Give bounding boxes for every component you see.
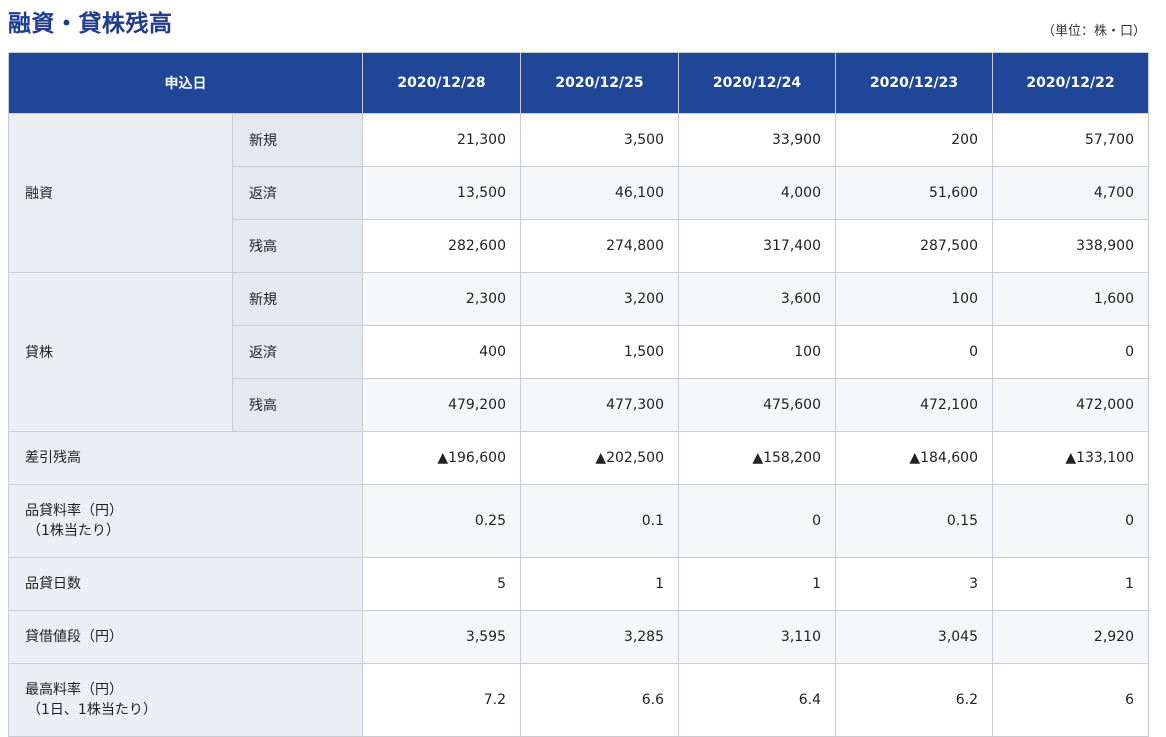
cell-value: ▲184,600 (835, 431, 993, 485)
cell-value: 0 (992, 325, 1149, 379)
cell-value: ▲202,500 (520, 431, 679, 485)
row-label-text: 差引残高 (25, 450, 81, 466)
cell-value: 338,900 (992, 219, 1149, 273)
cell-value: 472,000 (992, 378, 1149, 432)
table-row: 貸借値段（円） 3,595 3,285 3,110 3,045 2,920 (8, 610, 1149, 664)
header-date: 2020/12/24 (678, 52, 836, 114)
table-row: 品貸日数 5 1 1 3 1 (8, 557, 1149, 611)
cell-value: 477,300 (520, 378, 679, 432)
row-label: 返済 (232, 325, 363, 379)
cell-value: 3,110 (678, 610, 836, 664)
row-label: 残高 (232, 378, 363, 432)
cell-value: 0.15 (835, 484, 993, 558)
cell-value: 51,600 (835, 166, 993, 220)
cell-value: ▲196,600 (362, 431, 521, 485)
header-application-date: 申込日 (8, 52, 363, 114)
cell-value: 3,285 (520, 610, 679, 664)
row-label: 品貸料率（円） （1株当たり） (8, 484, 363, 558)
row-label: 返済 (232, 166, 363, 220)
cell-value: 3,045 (835, 610, 993, 664)
cell-value: 0.1 (520, 484, 679, 558)
page-title: 融資・貸株残高 (8, 11, 173, 37)
cell-value: 282,600 (362, 219, 521, 273)
row-label-subtext: （1株当たり） (27, 523, 120, 539)
cell-value: ▲133,100 (992, 431, 1149, 485)
row-label: 新規 (232, 113, 363, 167)
cell-value: 13,500 (362, 166, 521, 220)
cell-value: 5 (362, 557, 521, 611)
cell-value: 1 (520, 557, 679, 611)
balance-table: 申込日 2020/12/28 2020/12/25 2020/12/24 202… (8, 52, 1149, 737)
cell-value: 46,100 (520, 166, 679, 220)
cell-value: 1 (678, 557, 836, 611)
group-label-lending: 貸株 (8, 272, 233, 432)
row-label: 残高 (232, 219, 363, 273)
unit-label: （単位：株・口） (1041, 24, 1146, 39)
cell-value: 2,300 (362, 272, 521, 326)
cell-value: 3,595 (362, 610, 521, 664)
cell-value: 21,300 (362, 113, 521, 167)
row-label: 新規 (232, 272, 363, 326)
cell-value: 274,800 (520, 219, 679, 273)
cell-value: 2,920 (992, 610, 1149, 664)
cell-value: 4,000 (678, 166, 836, 220)
cell-value: 0 (835, 325, 993, 379)
row-label: 差引残高 (8, 431, 363, 485)
cell-value: 0 (678, 484, 836, 558)
cell-value: 4,700 (992, 166, 1149, 220)
table-row: 貸株 新規 2,300 3,200 3,600 100 1,600 (8, 272, 1149, 432)
cell-value: 472,100 (835, 378, 993, 432)
row-label-text: 品貸日数 (25, 576, 81, 592)
cell-value: 3,200 (520, 272, 679, 326)
table-row: 融資 新規 21,300 3,500 33,900 200 57,700 (8, 113, 1149, 273)
cell-value: 287,500 (835, 219, 993, 273)
row-label-text: 貸借値段（円） (25, 629, 123, 645)
header-date: 2020/12/25 (520, 52, 679, 114)
cell-value: 317,400 (678, 219, 836, 273)
cell-value: 0.25 (362, 484, 521, 558)
cell-value: 479,200 (362, 378, 521, 432)
cell-value: 1,600 (992, 272, 1149, 326)
cell-value: 0 (992, 484, 1149, 558)
cell-value: 3,500 (520, 113, 679, 167)
cell-value: 475,600 (678, 378, 836, 432)
header-date: 2020/12/23 (835, 52, 993, 114)
row-label: 品貸日数 (8, 557, 363, 611)
cell-value: ▲158,200 (678, 431, 836, 485)
cell-value: 200 (835, 113, 993, 167)
row-label: 貸借値段（円） (8, 610, 363, 664)
cell-value: 1,500 (520, 325, 679, 379)
table-header-row: 申込日 2020/12/28 2020/12/25 2020/12/24 202… (8, 52, 1149, 114)
cell-value: 1 (992, 557, 1149, 611)
header-date: 2020/12/28 (362, 52, 521, 114)
header-date: 2020/12/22 (992, 52, 1149, 114)
row-label-subtext: （1日、1株当たり） (27, 702, 157, 718)
cell-value: 57,700 (992, 113, 1149, 167)
cell-value: 100 (835, 272, 993, 326)
cell-value: 3 (835, 557, 993, 611)
row-label-text: 品貸料率（円） (25, 503, 123, 519)
row-label-text: 最高料率（円） (25, 682, 123, 698)
table-row: 品貸料率（円） （1株当たり） 0.25 0.1 0 0.15 0 (8, 484, 1149, 558)
group-label-margin: 融資 (8, 113, 233, 273)
table-row: 差引残高 ▲196,600 ▲202,500 ▲158,200 ▲184,600… (8, 431, 1149, 485)
cell-value: 400 (362, 325, 521, 379)
cell-value: 100 (678, 325, 836, 379)
cell-value: 3,600 (678, 272, 836, 326)
cell-value: 33,900 (678, 113, 836, 167)
